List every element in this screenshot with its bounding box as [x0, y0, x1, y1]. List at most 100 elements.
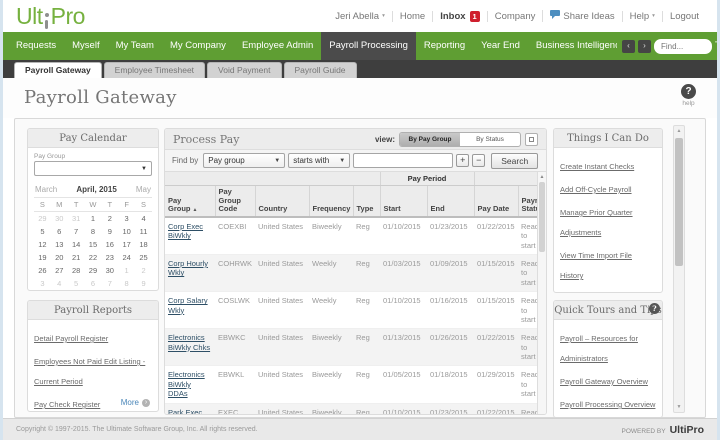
calendar-day[interactable]: 12 — [34, 238, 51, 251]
view-option-by-pay-group[interactable]: By Pay Group — [400, 133, 460, 146]
nav-scroll-right-button[interactable]: › — [638, 40, 651, 53]
tab-payroll-guide[interactable]: Payroll Guide — [284, 62, 357, 78]
help-button[interactable]: ? help — [681, 84, 696, 107]
calendar-day[interactable]: 13 — [51, 238, 68, 251]
calendar-day[interactable]: 23 — [101, 251, 118, 264]
calendar-next-month[interactable]: May — [136, 185, 151, 194]
action-link[interactable]: Manage Prior Quarter Adjustments — [560, 208, 633, 237]
calendar-day[interactable]: 28 — [68, 264, 85, 277]
tab-employee-timesheet[interactable]: Employee Timesheet — [104, 62, 205, 78]
pay-group-link[interactable]: Park Exec BiWkly — [168, 408, 202, 416]
find-field-select[interactable]: Pay group ▼ — [203, 153, 285, 168]
add-criteria-button[interactable]: + — [456, 154, 469, 167]
calendar-day[interactable]: 21 — [68, 251, 85, 264]
utility-share-ideas[interactable]: Share Ideas — [542, 10, 621, 22]
calendar-day[interactable]: 26 — [34, 264, 51, 277]
report-link[interactable]: Pay Check Register — [34, 400, 100, 409]
calendar-day[interactable]: 2 — [135, 264, 152, 277]
tour-link[interactable]: Payroll Gateway Overview — [560, 377, 648, 386]
nav-item-employee-admin[interactable]: Employee Admin — [234, 32, 321, 60]
column-header-start[interactable]: Start — [380, 186, 427, 217]
calendar-day[interactable]: 9 — [101, 225, 118, 238]
column-header-frequency[interactable]: Frequency — [309, 186, 353, 217]
nav-item-reporting[interactable]: Reporting — [416, 32, 473, 60]
column-header-pay-date[interactable]: Pay Date — [474, 186, 518, 217]
nav-item-year-end[interactable]: Year End — [473, 32, 528, 60]
action-link[interactable]: View Time Import File History — [560, 251, 632, 280]
page-scrollbar[interactable]: ▲ ▼ — [673, 125, 685, 413]
calendar-day[interactable]: 25 — [135, 251, 152, 264]
more-reports-link[interactable]: More › — [121, 398, 150, 407]
calendar-day[interactable]: 6 — [51, 225, 68, 238]
global-find-input[interactable] — [654, 39, 712, 54]
nav-item-payroll-processing[interactable]: Payroll Processing — [321, 32, 416, 60]
calendar-day[interactable]: 2 — [101, 212, 118, 226]
calendar-day[interactable]: 11 — [135, 225, 152, 238]
calendar-day[interactable]: 29 — [34, 212, 51, 226]
report-link[interactable]: Employees Not Paid Edit Listing - Curren… — [34, 357, 145, 386]
pay-group-link[interactable]: Electronics BiWkly DDAs — [168, 370, 205, 398]
calendar-day[interactable]: 30 — [101, 264, 118, 277]
remove-criteria-button[interactable]: − — [472, 154, 485, 167]
utility-jeri-abella[interactable]: Jeri Abella▾ — [328, 11, 392, 22]
calendar-day[interactable]: 5 — [34, 225, 51, 238]
pay-group-select[interactable]: ▼ — [34, 161, 152, 176]
scroll-up-icon[interactable]: ▲ — [538, 172, 546, 180]
calendar-day[interactable]: 5 — [68, 277, 85, 290]
pay-group-link[interactable]: Electronics BiWkly Chks — [168, 333, 210, 351]
column-header-type[interactable]: Type — [353, 186, 380, 217]
calendar-day[interactable]: 9 — [135, 277, 152, 290]
column-header-country[interactable]: Country — [255, 186, 309, 217]
calendar-day[interactable]: 4 — [135, 212, 152, 226]
column-header-pay-group[interactable]: Pay Group▲ — [165, 186, 215, 217]
calendar-day[interactable]: 8 — [118, 277, 135, 290]
column-header-payroll-status[interactable]: Payroll Status — [518, 186, 538, 217]
utility-inbox[interactable]: Inbox1 — [432, 11, 487, 22]
calendar-day[interactable]: 17 — [118, 238, 135, 251]
find-value-input[interactable] — [353, 153, 453, 168]
calendar-day[interactable]: 18 — [135, 238, 152, 251]
nav-scroll-left-button[interactable]: ‹ — [622, 40, 635, 53]
tour-link[interactable]: Payroll – Resources for Administrators — [560, 334, 638, 363]
pay-group-link[interactable]: Corp Hourly Wkly — [168, 259, 208, 277]
tours-help-icon[interactable]: ? — [649, 303, 660, 314]
tab-void-payment[interactable]: Void Payment — [207, 62, 281, 78]
scroll-up-icon[interactable]: ▲ — [674, 128, 684, 134]
column-header-pay-group-code[interactable]: Pay Group Code — [215, 186, 255, 217]
calendar-day[interactable]: 3 — [34, 277, 51, 290]
report-link[interactable]: Detail Payroll Register — [34, 334, 108, 343]
page-scrollbar-thumb[interactable] — [675, 138, 683, 266]
action-link[interactable]: Create Instant Checks — [560, 162, 634, 171]
calendar-day[interactable]: 30 — [51, 212, 68, 226]
calendar-day[interactable]: 3 — [118, 212, 135, 226]
calendar-day[interactable]: 7 — [68, 225, 85, 238]
action-link[interactable]: Add Off-Cycle Payroll — [560, 185, 632, 194]
calendar-day[interactable]: 29 — [85, 264, 102, 277]
calendar-day[interactable]: 15 — [85, 238, 102, 251]
nav-item-requests[interactable]: Requests — [8, 32, 64, 60]
utility-home[interactable]: Home — [392, 11, 432, 22]
calendar-day[interactable]: 24 — [118, 251, 135, 264]
nav-item-my-company[interactable]: My Company — [162, 32, 234, 60]
calendar-day[interactable]: 1 — [85, 212, 102, 226]
nav-item-myself[interactable]: Myself — [64, 32, 107, 60]
find-operator-select[interactable]: starts with ▼ — [288, 153, 350, 168]
calendar-day[interactable]: 31 — [68, 212, 85, 226]
tab-payroll-gateway[interactable]: Payroll Gateway — [14, 62, 102, 78]
utility-help[interactable]: Help▾ — [622, 11, 662, 22]
calendar-day[interactable]: 6 — [85, 277, 102, 290]
expand-panel-icon[interactable] — [525, 133, 538, 146]
tour-link[interactable]: Payroll Processing Overview — [560, 400, 655, 409]
utility-logout[interactable]: Logout — [662, 11, 706, 22]
calendar-day[interactable]: 10 — [118, 225, 135, 238]
calendar-day[interactable]: 4 — [51, 277, 68, 290]
utility-company[interactable]: Company — [487, 11, 543, 22]
view-option-by-status[interactable]: By Status — [460, 133, 520, 146]
calendar-day[interactable]: 8 — [85, 225, 102, 238]
pay-group-link[interactable]: Corp Salary Wkly — [168, 296, 208, 314]
table-scrollbar[interactable]: ▲ — [537, 172, 546, 415]
scroll-down-icon[interactable]: ▼ — [674, 404, 684, 410]
pay-group-link[interactable]: Corp Exec BiWkly — [168, 222, 203, 240]
calendar-day[interactable]: 14 — [68, 238, 85, 251]
calendar-day[interactable]: 1 — [118, 264, 135, 277]
